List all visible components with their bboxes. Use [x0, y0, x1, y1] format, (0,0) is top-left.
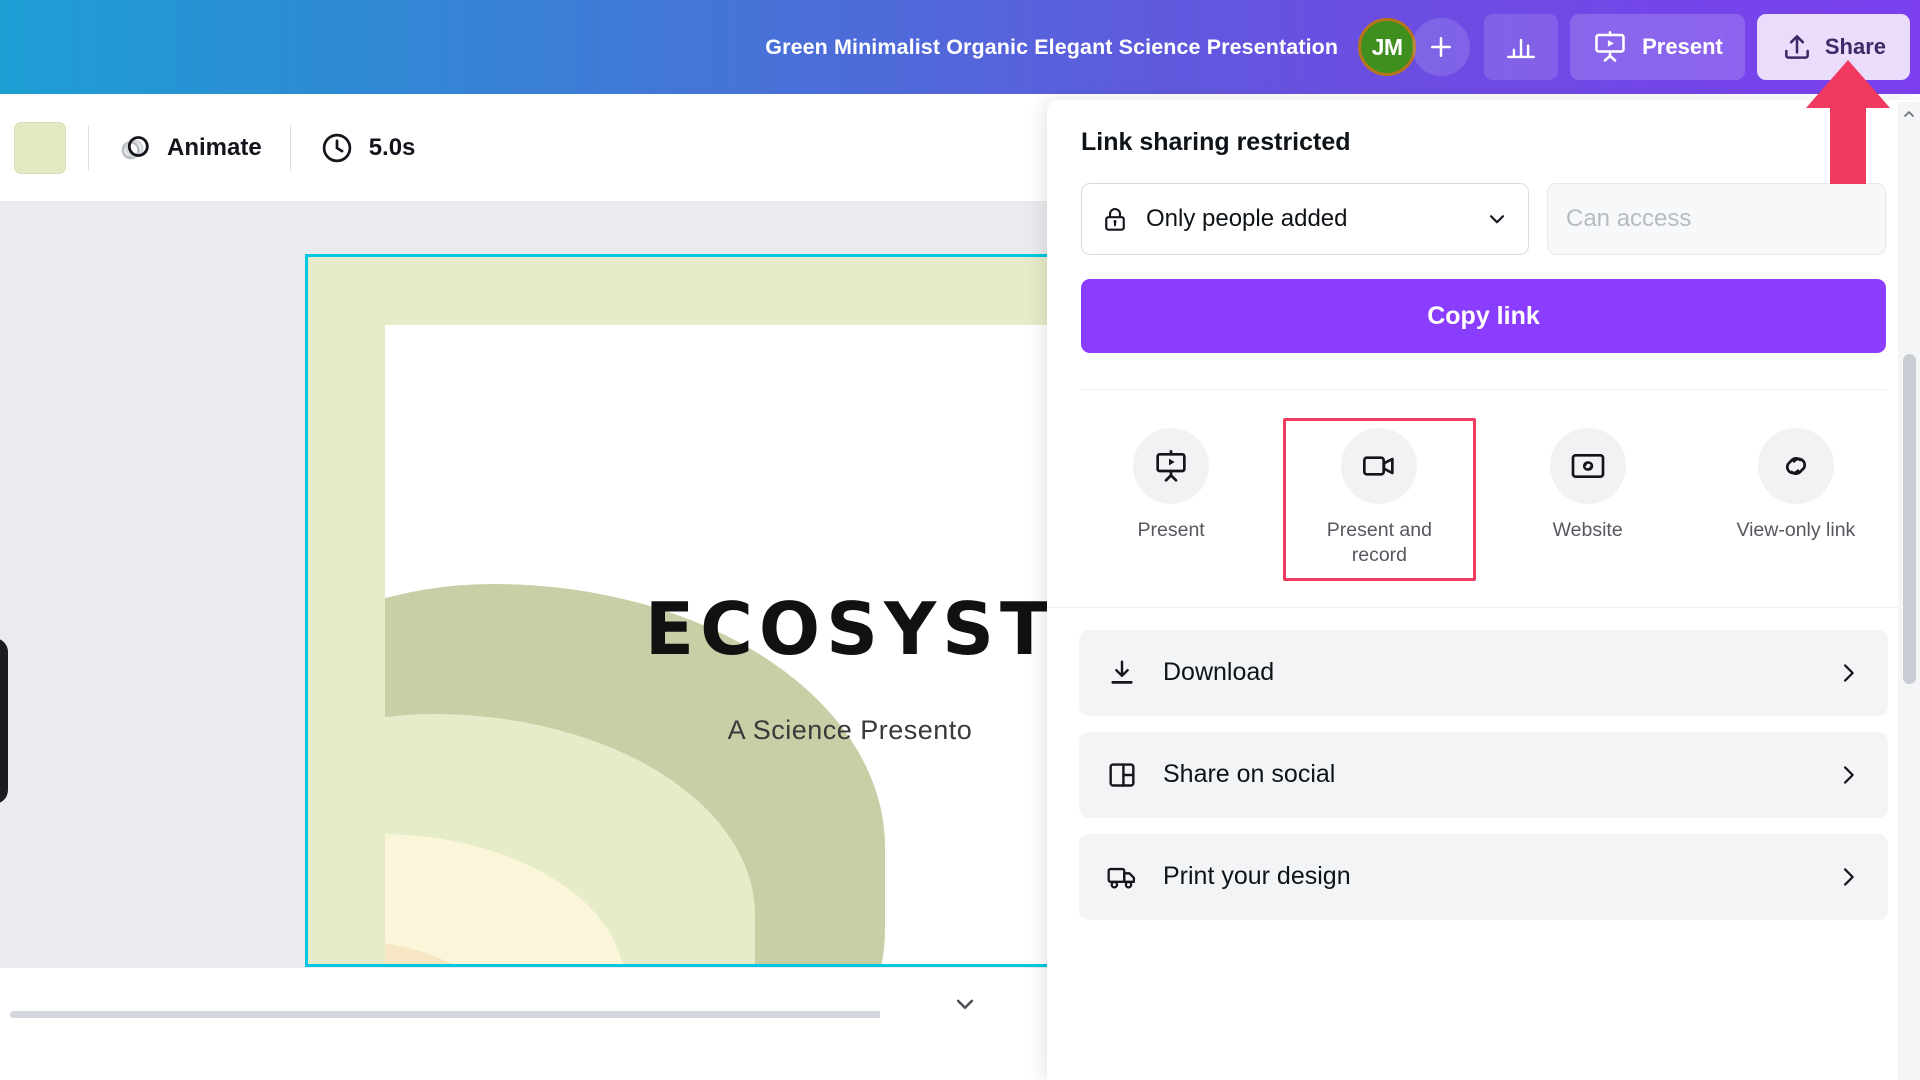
quick-action-label: Website — [1552, 519, 1623, 541]
page-title: Green Minimalist Organic Elegant Science… — [765, 34, 1339, 59]
record-icon-circle — [1341, 428, 1418, 504]
avatar[interactable]: JM — [1358, 18, 1417, 76]
duration-label: 5.0s — [368, 133, 416, 161]
website-icon-circle — [1549, 428, 1626, 504]
quick-action-present-and-record[interactable]: Present and record — [1277, 418, 1481, 581]
add-collaborator-button[interactable] — [1412, 18, 1471, 76]
download-icon — [1111, 660, 1133, 684]
quick-action-view-only-link[interactable]: View-only link — [1694, 418, 1898, 581]
copy-link-button[interactable]: Copy link — [1081, 279, 1886, 353]
insights-button[interactable] — [1484, 14, 1559, 80]
access-scope-select[interactable]: Only people added — [1081, 183, 1529, 255]
expand-panel-button[interactable] — [880, 984, 1050, 1024]
bar-chart-icon — [1507, 38, 1536, 59]
left-panel-collapse-handle[interactable] — [0, 638, 8, 804]
chevron-right-icon — [1843, 765, 1854, 784]
share-panel: Link sharing restricted Only people adde… — [1047, 100, 1920, 1080]
menu-item-label: Share on social — [1163, 760, 1336, 789]
quick-action-present[interactable]: Present — [1069, 418, 1273, 581]
duration-button[interactable]: 5.0s — [313, 124, 422, 172]
access-scope-value: Only people added — [1146, 205, 1348, 232]
present-screen-icon — [1156, 450, 1186, 482]
share-access-row: Only people added Can access — [1081, 183, 1886, 255]
animate-button[interactable]: Animate — [111, 124, 268, 172]
animate-icon — [121, 135, 149, 159]
menu-item-download[interactable]: Download — [1079, 629, 1888, 716]
video-camera-icon — [1363, 456, 1395, 476]
permission-select[interactable]: Can access — [1547, 183, 1886, 255]
lock-icon — [1105, 208, 1125, 231]
color-swatch-button[interactable] — [14, 121, 66, 174]
chevron-down-icon — [956, 999, 974, 1009]
chevron-right-icon — [1843, 663, 1854, 682]
quick-action-website[interactable]: Website — [1486, 418, 1690, 581]
chevron-right-icon — [1843, 867, 1854, 886]
share-menu-list: Download Share on social Print your desi… — [1047, 608, 1920, 920]
menu-item-print-your-design[interactable]: Print your design — [1079, 833, 1888, 920]
chevron-down-icon — [1489, 215, 1505, 224]
collaborators-group: JM — [1358, 18, 1471, 76]
link-chain-icon — [1785, 457, 1806, 475]
toolbar-divider-2 — [289, 124, 291, 171]
website-icon — [1571, 453, 1604, 479]
animate-label: Animate — [167, 133, 262, 161]
menu-item-label: Download — [1163, 658, 1275, 687]
annotation-arrow-to-share — [1806, 60, 1890, 184]
canva-editor-window: Green Minimalist Organic Elegant Science… — [0, 0, 1920, 1080]
top-app-bar: Green Minimalist Organic Elegant Science… — [0, 0, 1920, 94]
share-panel-top-section: Link sharing restricted Only people adde… — [1047, 100, 1920, 390]
quick-actions-row: Present Present and record Website View-… — [1047, 390, 1920, 607]
menu-item-share-on-social[interactable]: Share on social — [1079, 731, 1888, 818]
present-button[interactable]: Present — [1570, 14, 1745, 80]
share-panel-heading: Link sharing restricted — [1081, 128, 1351, 156]
toolbar-divider — [88, 124, 89, 171]
present-icon-circle — [1133, 428, 1210, 504]
vertical-scrollbar[interactable] — [1898, 102, 1920, 1080]
permission-value: Can access — [1566, 205, 1692, 232]
present-button-label: Present — [1642, 34, 1723, 59]
link-icon-circle — [1757, 428, 1834, 504]
social-grid-icon — [1109, 762, 1135, 787]
truck-icon — [1107, 867, 1136, 889]
quick-action-label: Present and record — [1326, 519, 1432, 567]
quick-action-label: View-only link — [1736, 519, 1856, 541]
plus-icon — [1431, 37, 1452, 57]
menu-item-label: Print your design — [1163, 862, 1351, 891]
vertical-scrollbar-thumb[interactable] — [1903, 354, 1916, 684]
clock-icon — [322, 133, 351, 162]
quick-action-label: Present — [1137, 519, 1205, 541]
present-screen-icon — [1595, 31, 1625, 62]
